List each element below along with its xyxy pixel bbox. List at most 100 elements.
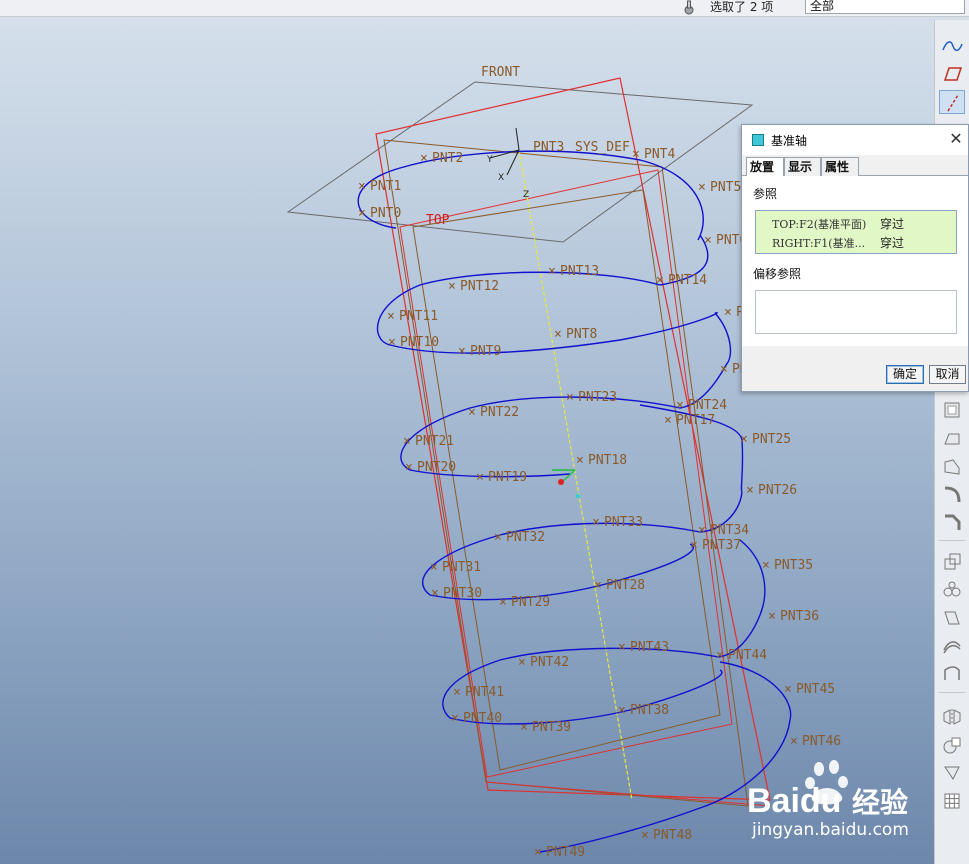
datum-point-marker[interactable]: ×	[430, 560, 438, 575]
scale-icon[interactable]	[939, 550, 965, 574]
datum-point-marker[interactable]: ×	[690, 538, 698, 553]
datum-point-marker[interactable]: ×	[618, 640, 626, 655]
trim-icon[interactable]	[939, 761, 965, 785]
offset-references-collector[interactable]	[755, 290, 957, 334]
surface-icon[interactable]	[939, 634, 965, 658]
datum-point-marker[interactable]: ×	[698, 180, 706, 195]
csys-y-label: Y	[486, 155, 493, 165]
datum-plane-icon[interactable]	[939, 62, 965, 86]
point-label-pnt35: PNT35	[774, 558, 813, 573]
ok-button[interactable]: 确定	[886, 365, 924, 384]
tab-properties[interactable]: 属性	[821, 157, 859, 176]
point-label-pnt37: PNT37	[702, 538, 741, 553]
datum-point-marker[interactable]: ×	[458, 344, 466, 359]
datum-point-marker[interactable]: ×	[358, 179, 366, 194]
baidu-brand-text: Baidu	[747, 782, 841, 820]
point-label-pnt29: PNT29	[511, 595, 550, 610]
point-label-pnt39: PNT39	[532, 720, 571, 735]
csys-z-label: Z	[523, 190, 529, 200]
datum-point-marker[interactable]: ×	[698, 523, 706, 538]
datum-point-marker[interactable]: ×	[664, 413, 672, 428]
extrude-icon[interactable]	[939, 454, 965, 478]
datum-point-marker[interactable]: ×	[704, 233, 712, 248]
datum-point-marker[interactable]: ×	[740, 432, 748, 447]
datum-point-marker[interactable]: ×	[499, 595, 507, 610]
datum-point-marker[interactable]: ×	[790, 734, 798, 749]
dialog-title: 基准轴	[771, 134, 808, 148]
reference-item[interactable]: RIGHT:F1(基准...	[772, 235, 865, 251]
datum-point-marker[interactable]: ×	[720, 362, 728, 377]
datum-axis-dialog: 基准轴 ✕ 放置 显示 属性 参照 TOP:F2(基准平面) 穿过 RIGHT:…	[741, 124, 969, 392]
datum-point-marker[interactable]: ×	[594, 578, 602, 593]
chamfer-icon[interactable]	[939, 510, 965, 534]
cancel-button[interactable]: 取消	[929, 365, 966, 384]
datum-point-marker[interactable]: ×	[420, 151, 428, 166]
datum-point-marker[interactable]: ×	[534, 845, 542, 860]
close-icon[interactable]: ✕	[948, 130, 964, 148]
datum-point-marker[interactable]: ×	[518, 655, 526, 670]
top-status-bar: 选取了 2 项 全部	[0, 0, 969, 17]
pattern-icon[interactable]	[939, 578, 965, 602]
tab-placement[interactable]: 放置	[746, 157, 784, 177]
point-label-pnt38: PNT38	[630, 703, 669, 718]
datum-point-marker[interactable]: ×	[724, 305, 732, 320]
datum-point-marker[interactable]: ×	[784, 682, 792, 697]
datum-point-marker[interactable]: ×	[566, 390, 574, 405]
datum-point-marker[interactable]: ×	[448, 279, 456, 294]
datum-point-marker[interactable]: ×	[494, 530, 502, 545]
draft-icon[interactable]	[939, 426, 965, 450]
datum-point-marker[interactable]: ×	[453, 685, 461, 700]
datum-point-marker[interactable]: ×	[746, 483, 754, 498]
point-label-pnt2: PNT2	[432, 151, 463, 166]
datum-point-marker[interactable]: ×	[548, 264, 556, 279]
mirror-icon[interactable]	[939, 705, 965, 729]
point-label-pnt8: PNT8	[566, 327, 597, 342]
reference-constraint[interactable]: 穿过	[880, 215, 904, 232]
point-label-pnt43: PNT43	[630, 640, 669, 655]
datum-point-marker[interactable]: ×	[451, 711, 459, 726]
datum-point-marker[interactable]: ×	[641, 828, 649, 843]
point-label-pnt13: PNT13	[560, 264, 599, 279]
datum-point-marker[interactable]: ×	[468, 405, 476, 420]
datum-axis-icon[interactable]	[939, 90, 965, 114]
references-collector[interactable]: TOP:F2(基准平面) 穿过 RIGHT:F1(基准... 穿过	[755, 210, 957, 254]
datum-point-marker[interactable]: ×	[716, 648, 724, 663]
datum-point-marker[interactable]: ×	[387, 309, 395, 324]
point-label-pnt20: PNT20	[417, 460, 456, 475]
watermark-url: jingyan.baidu.com	[752, 820, 909, 840]
datum-point-marker[interactable]: ×	[476, 470, 484, 485]
dialog-titlebar[interactable]: 基准轴 ✕	[742, 125, 968, 155]
datum-point-marker[interactable]: ×	[405, 460, 413, 475]
reference-constraint[interactable]: 穿过	[880, 234, 904, 251]
datum-point-marker[interactable]: ×	[632, 147, 640, 162]
datum-point-marker[interactable]: ×	[554, 327, 562, 342]
datum-point-marker[interactable]: ×	[618, 703, 626, 718]
datum-point-marker[interactable]: ×	[403, 434, 411, 449]
datum-point-marker[interactable]: ×	[592, 515, 600, 530]
csys-x-label: X	[498, 173, 504, 183]
datum-axis[interactable]	[518, 149, 633, 801]
sketched-curve-icon[interactable]	[939, 34, 965, 58]
helix-curve[interactable]	[357, 150, 792, 853]
datum-point-marker[interactable]: ×	[520, 720, 528, 735]
boundary-icon[interactable]	[939, 662, 965, 686]
csys[interactable]: X Y Z	[486, 127, 529, 200]
shell-icon[interactable]	[939, 398, 965, 422]
datum-point-marker[interactable]: ×	[656, 273, 664, 288]
selection-filter-dropdown[interactable]: 全部	[805, 0, 965, 14]
move-icon[interactable]	[939, 606, 965, 630]
datum-point-marker[interactable]: ×	[431, 586, 439, 601]
datum-point-marker[interactable]: ×	[576, 453, 584, 468]
datum-point-marker[interactable]: ×	[768, 609, 776, 624]
datum-point-marker[interactable]: ×	[676, 398, 684, 413]
datum-point-marker[interactable]: ×	[358, 206, 366, 221]
datum-point-marker[interactable]: ×	[388, 335, 396, 350]
datum-point-marker[interactable]: ×	[762, 558, 770, 573]
tab-display[interactable]: 显示	[784, 157, 821, 176]
grid-icon[interactable]	[939, 789, 965, 813]
point-label-pnt19: PNT19	[488, 470, 527, 485]
merge-icon[interactable]	[939, 733, 965, 757]
reference-item[interactable]: TOP:F2(基准平面)	[772, 216, 866, 232]
round-icon[interactable]	[939, 482, 965, 506]
offset-references-label: 偏移参照	[753, 267, 802, 281]
